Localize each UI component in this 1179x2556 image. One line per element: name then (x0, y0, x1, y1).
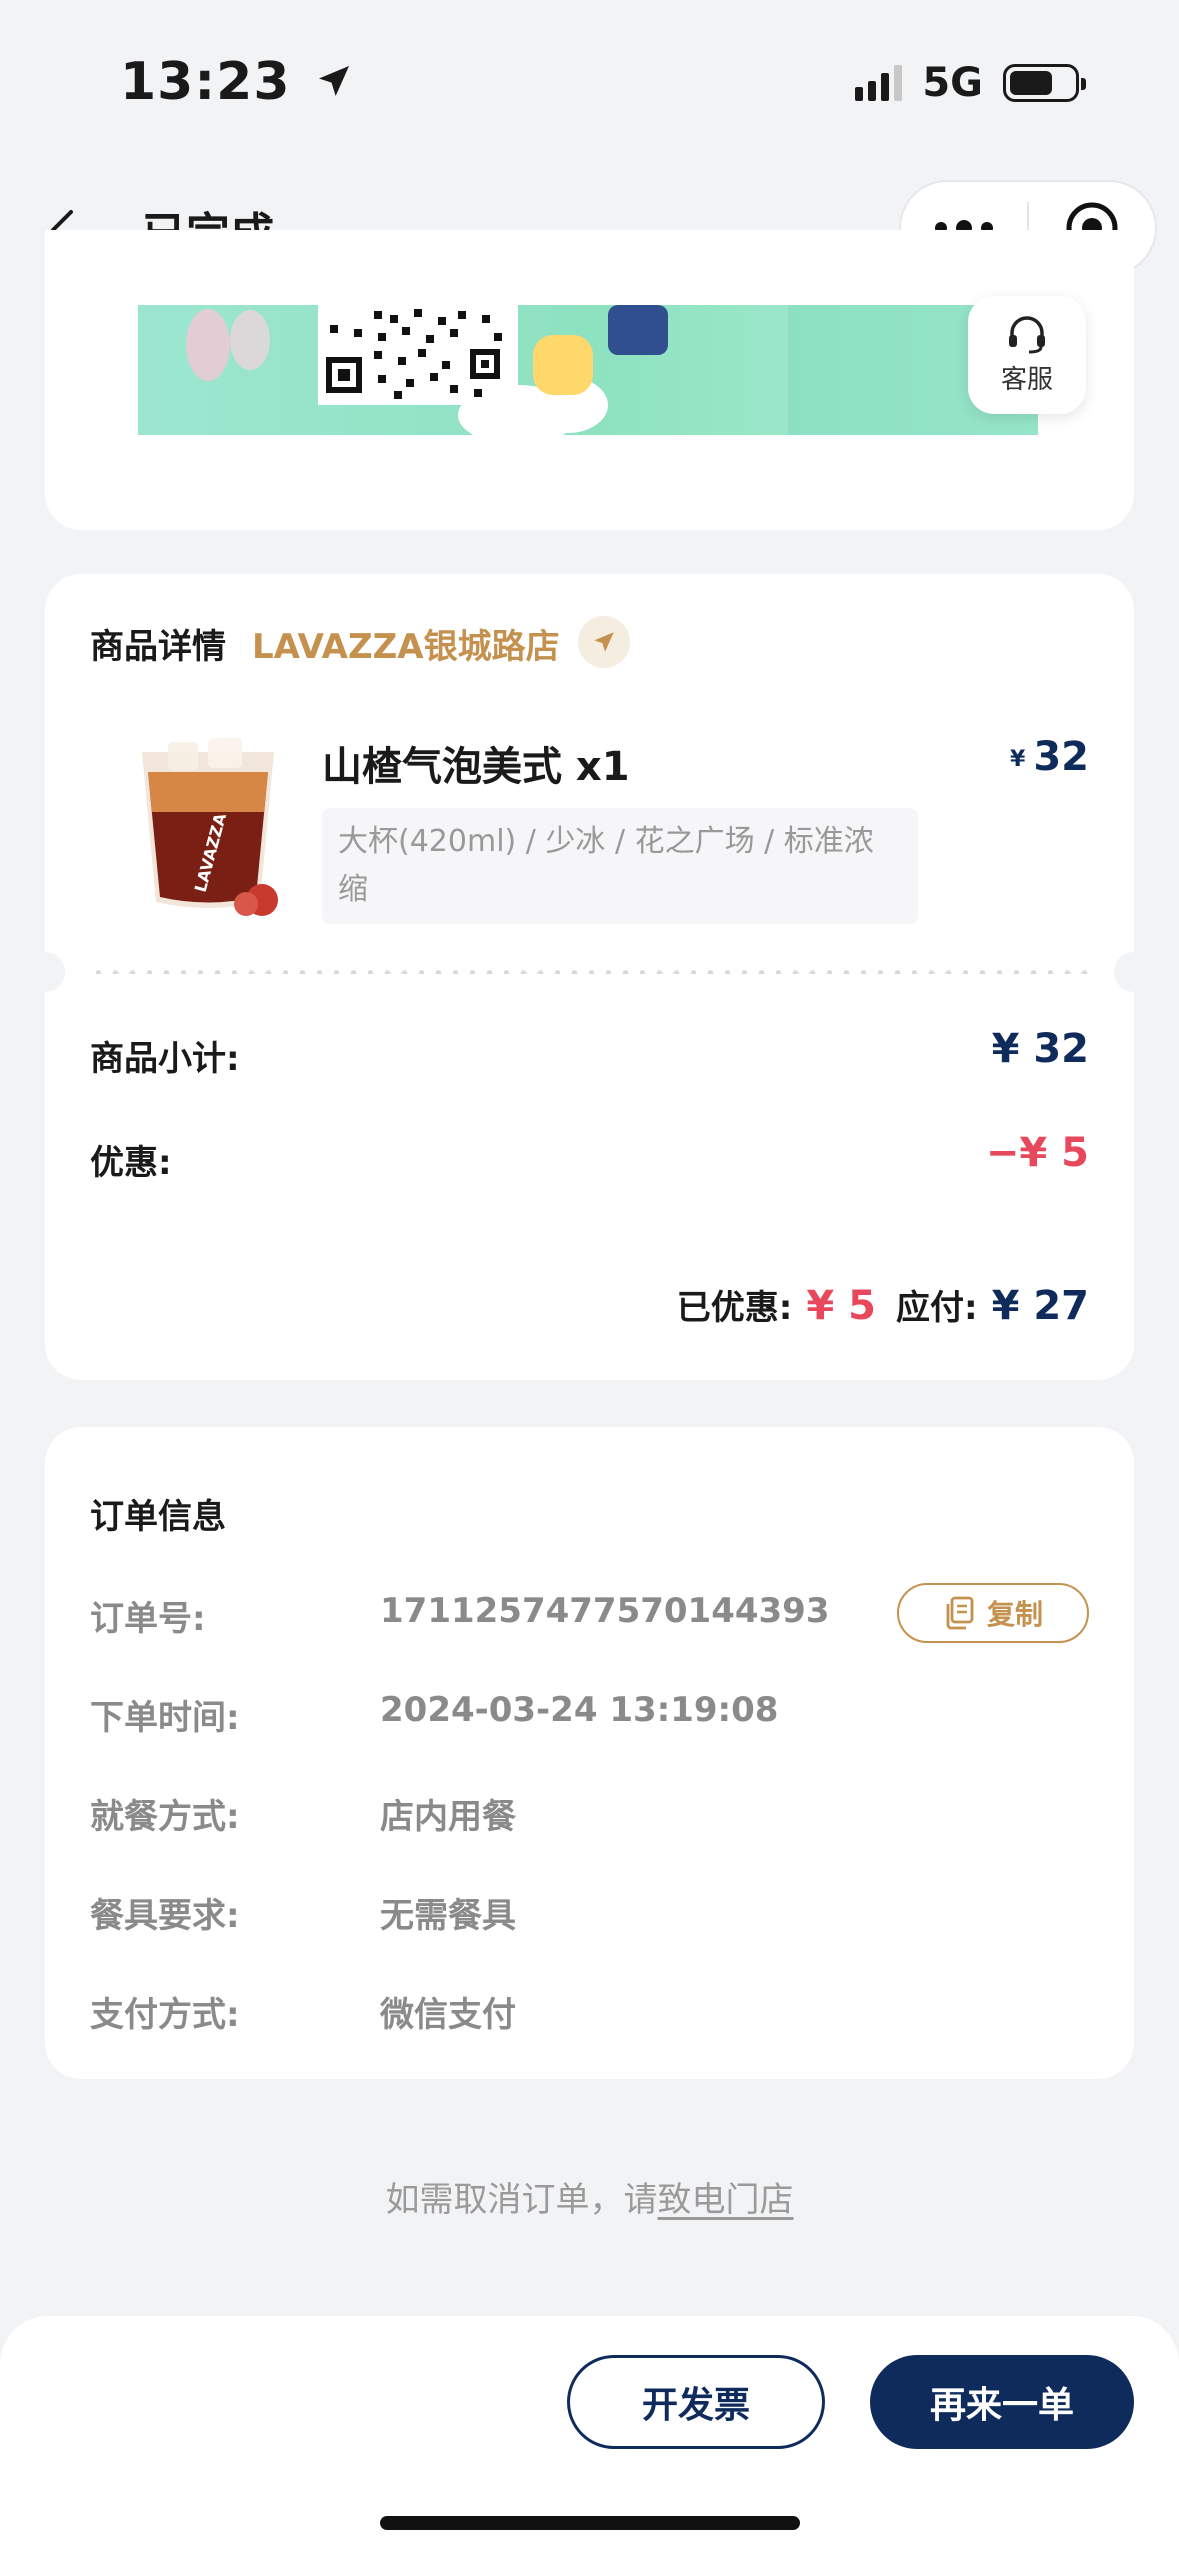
invoice-button[interactable]: 开发票 (567, 2355, 825, 2449)
copy-label: 复制 (986, 1598, 1043, 1631)
product-price-value: 32 (1033, 734, 1089, 780)
banner-illustration (186, 305, 1038, 435)
navigation-arrow-icon (594, 632, 614, 652)
cancel-order-tip: 如需取消订单，请致电门店 (0, 2172, 1179, 2221)
cutlery-value: 无需餐具 (380, 1896, 516, 1936)
dotted-divider (90, 970, 1090, 974)
status-indicators: 5G (855, 60, 1086, 106)
home-indicator (380, 2516, 800, 2530)
saved-value: ¥ 5 (806, 1283, 876, 1329)
copy-order-number-button[interactable]: 复制 (897, 1583, 1089, 1643)
order-time-label: 下单时间: (90, 1698, 240, 1738)
payment-method-label: 支付方式: (90, 1995, 240, 2035)
ticket-notch-right (1114, 952, 1154, 992)
cutlery-label: 餐具要求: (90, 1896, 240, 1936)
status-time: 13:23 (120, 52, 354, 112)
order-number-label: 订单号: (90, 1599, 206, 1639)
customer-service-button[interactable]: 客服 (968, 296, 1086, 414)
payable-label: 应付: (895, 1288, 978, 1328)
signal-icon (855, 65, 903, 101)
store-navigate-button[interactable] (578, 616, 630, 668)
dining-method-label: 就餐方式: (90, 1797, 240, 1837)
store-name[interactable]: LAVAZZA银城路店 (252, 619, 560, 668)
order-time-value: 2024-03-24 13:19:08 (380, 1690, 779, 1730)
subtotal-value: ¥ 32 (991, 1026, 1089, 1072)
product-section-title: 商品详情 (90, 627, 226, 667)
payment-method-value: 微信支付 (380, 1995, 516, 2035)
product-image: LAVAZZA (142, 738, 278, 916)
saved-label: 已优惠: (676, 1288, 793, 1328)
network-type: 5G (922, 60, 983, 106)
battery-icon (1003, 64, 1086, 102)
product-spec: 大杯(420ml) / 少冰 / 花之广场 / 标准浓缩 (322, 808, 918, 924)
payable-value: ¥ 27 (991, 1283, 1089, 1329)
discount-value: −¥ 5 (985, 1130, 1089, 1176)
copy-icon (946, 1596, 974, 1630)
product-name: 山楂气泡美式 x1 (322, 744, 630, 790)
order-number-value: 1711257477570144393 (380, 1591, 830, 1631)
time-text: 13:23 (120, 52, 291, 112)
product-price: ¥32 (1010, 734, 1089, 780)
qr-code (318, 305, 518, 405)
dining-method-value: 店内用餐 (380, 1797, 516, 1837)
product-detail-card (45, 574, 1134, 1380)
service-label: 客服 (1000, 364, 1053, 395)
reorder-button[interactable]: 再来一单 (870, 2355, 1134, 2449)
call-store-link[interactable]: 致电门店 (658, 2180, 794, 2220)
location-arrow-icon (318, 66, 349, 96)
discount-label: 优惠: (90, 1143, 172, 1183)
promo-banner[interactable] (138, 305, 1038, 435)
headset-icon (1009, 315, 1045, 353)
subtotal-label: 商品小计: (90, 1039, 240, 1079)
payment-summary: 已优惠: ¥ 5 应付: ¥ 27 (677, 1280, 1089, 1329)
currency-symbol: ¥ (1010, 747, 1026, 772)
cancel-tip-text: 如需取消订单，请 (385, 2180, 658, 2220)
ticket-notch-left (25, 952, 65, 992)
order-info-title: 订单信息 (90, 1497, 226, 1537)
